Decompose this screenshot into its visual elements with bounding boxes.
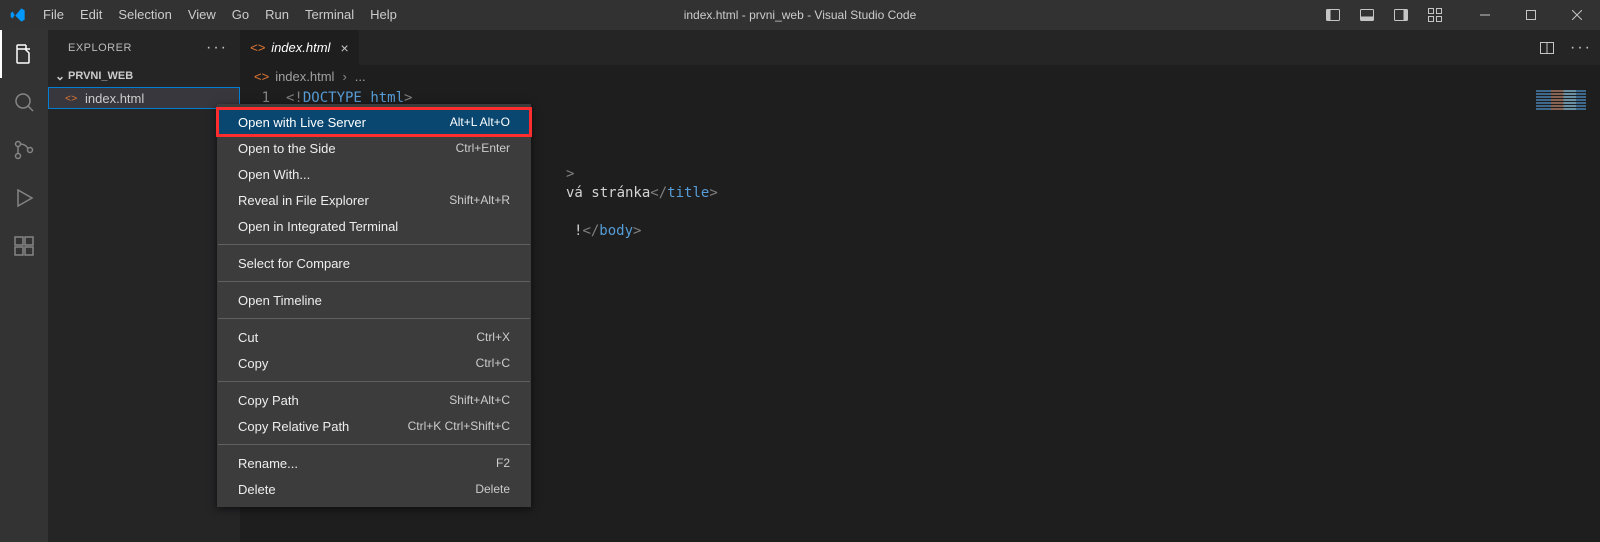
context-menu-separator <box>218 318 530 319</box>
menu-file[interactable]: File <box>35 0 72 30</box>
menu-bar: File Edit Selection View Go Run Terminal… <box>35 0 405 30</box>
file-name: index.html <box>85 91 144 106</box>
minimap[interactable] <box>1536 90 1586 110</box>
context-menu-item[interactable]: Rename... F2 <box>218 450 530 476</box>
context-menu-separator <box>218 381 530 382</box>
tab-index-html[interactable]: <> index.html × <box>240 30 360 65</box>
editor-tabs: <> index.html × ··· <box>240 30 1600 65</box>
context-menu-label: Copy Path <box>238 393 299 408</box>
context-menu-label: Open to the Side <box>238 141 336 156</box>
tab-label: index.html <box>271 40 330 55</box>
folder-name: PRVNI_WEB <box>68 70 133 82</box>
layout-customize-icon[interactable] <box>1418 0 1452 30</box>
context-menu-label: Open With... <box>238 167 310 182</box>
file-row-index-html[interactable]: <> index.html <box>48 87 240 109</box>
window-minimize-button[interactable] <box>1462 0 1508 30</box>
context-menu-label: Delete <box>238 482 276 497</box>
activity-source-control-icon[interactable] <box>0 126 48 174</box>
context-menu-separator <box>218 244 530 245</box>
menu-selection[interactable]: Selection <box>110 0 179 30</box>
context-menu-shortcut: Ctrl+X <box>476 330 510 344</box>
activity-search-icon[interactable] <box>0 78 48 126</box>
context-menu-shortcut: Ctrl+C <box>476 356 510 370</box>
window-maximize-button[interactable] <box>1508 0 1554 30</box>
context-menu-label: Copy Relative Path <box>238 419 349 434</box>
menu-terminal[interactable]: Terminal <box>297 0 362 30</box>
activity-run-debug-icon[interactable] <box>0 174 48 222</box>
menu-help[interactable]: Help <box>362 0 405 30</box>
menu-go[interactable]: Go <box>224 0 257 30</box>
layout-toggle-panel-icon[interactable] <box>1350 0 1384 30</box>
activity-extensions-icon[interactable] <box>0 222 48 270</box>
menu-run[interactable]: Run <box>257 0 297 30</box>
menu-edit[interactable]: Edit <box>72 0 110 30</box>
context-menu-shortcut: F2 <box>496 456 510 470</box>
context-menu-shortcut: Shift+Alt+C <box>449 393 510 407</box>
folder-header[interactable]: ⌄ PRVNI_WEB <box>48 65 240 87</box>
context-menu-label: Open Timeline <box>238 293 322 308</box>
context-menu-item[interactable]: Open With... <box>218 161 530 187</box>
context-menu: Open with Live Server Alt+L Alt+O Open to … <box>217 104 531 507</box>
context-menu-label: Open with Live Server <box>238 115 366 130</box>
context-menu-shortcut: Alt+L Alt+O <box>450 115 510 129</box>
split-editor-icon[interactable] <box>1536 37 1558 59</box>
context-menu-separator <box>218 281 530 282</box>
html-file-icon: <> <box>65 91 79 105</box>
menu-view[interactable]: View <box>180 0 224 30</box>
layout-toggle-primary-sidebar-icon[interactable] <box>1316 0 1350 30</box>
context-menu-item[interactable]: Copy Relative Path Ctrl+K Ctrl+Shift+C <box>218 413 530 439</box>
layout-toggle-secondary-sidebar-icon[interactable] <box>1384 0 1418 30</box>
context-menu-item[interactable]: Copy Ctrl+C <box>218 350 530 376</box>
window-close-button[interactable] <box>1554 0 1600 30</box>
context-menu-label: Rename... <box>238 456 298 471</box>
sidebar-more-icon[interactable]: ··· <box>206 39 228 57</box>
context-menu-label: Cut <box>238 330 258 345</box>
svg-text:<>: <> <box>65 93 77 105</box>
sidebar-title: EXPLORER <box>68 42 132 54</box>
sidebar-header: EXPLORER ··· <box>48 30 240 65</box>
context-menu-label: Select for Compare <box>238 256 350 271</box>
context-menu-item[interactable]: Open to the Side Ctrl+Enter <box>218 135 530 161</box>
breadcrumb-rest: ... <box>355 69 366 84</box>
context-menu-item[interactable]: Copy Path Shift+Alt+C <box>218 387 530 413</box>
context-menu-shortcut: Shift+Alt+R <box>449 193 510 207</box>
context-menu-item[interactable]: Open Timeline <box>218 287 530 313</box>
title-bar: File Edit Selection View Go Run Terminal… <box>0 0 1600 30</box>
context-menu-item[interactable]: Select for Compare <box>218 250 530 276</box>
close-tab-icon[interactable]: × <box>340 40 348 56</box>
chevron-down-icon: ⌄ <box>52 69 68 83</box>
html-file-icon: <> <box>250 40 265 55</box>
title-bar-right <box>1316 0 1600 30</box>
context-menu-item[interactable]: Delete Delete <box>218 476 530 502</box>
chevron-right-icon: › <box>342 69 346 84</box>
window-title: index.html - prvni_web - Visual Studio C… <box>684 8 917 22</box>
explorer-sidebar: EXPLORER ··· ⌄ PRVNI_WEB <> index.html <box>48 30 240 542</box>
context-menu-label: Open in Integrated Terminal <box>238 219 398 234</box>
vscode-logo-icon <box>0 7 35 23</box>
context-menu-shortcut: Ctrl+Enter <box>456 141 510 155</box>
activity-bar <box>0 30 48 542</box>
context-menu-shortcut: Delete <box>475 482 510 496</box>
context-menu-item[interactable]: Reveal in File Explorer Shift+Alt+R <box>218 187 530 213</box>
context-menu-item[interactable]: Open in Integrated Terminal <box>218 213 530 239</box>
context-menu-label: Reveal in File Explorer <box>238 193 369 208</box>
breadcrumb[interactable]: <> index.html › ... <box>240 65 1600 87</box>
context-menu-label: Copy <box>238 356 268 371</box>
html-file-icon: <> <box>254 69 269 84</box>
context-menu-item[interactable]: Cut Ctrl+X <box>218 324 530 350</box>
editor-more-icon[interactable]: ··· <box>1570 37 1592 59</box>
context-menu-item[interactable]: Open with Live Server Alt+L Alt+O <box>218 109 530 135</box>
breadcrumb-file: index.html <box>275 69 334 84</box>
context-menu-shortcut: Ctrl+K Ctrl+Shift+C <box>408 419 510 433</box>
context-menu-separator <box>218 444 530 445</box>
activity-explorer-icon[interactable] <box>0 30 48 78</box>
